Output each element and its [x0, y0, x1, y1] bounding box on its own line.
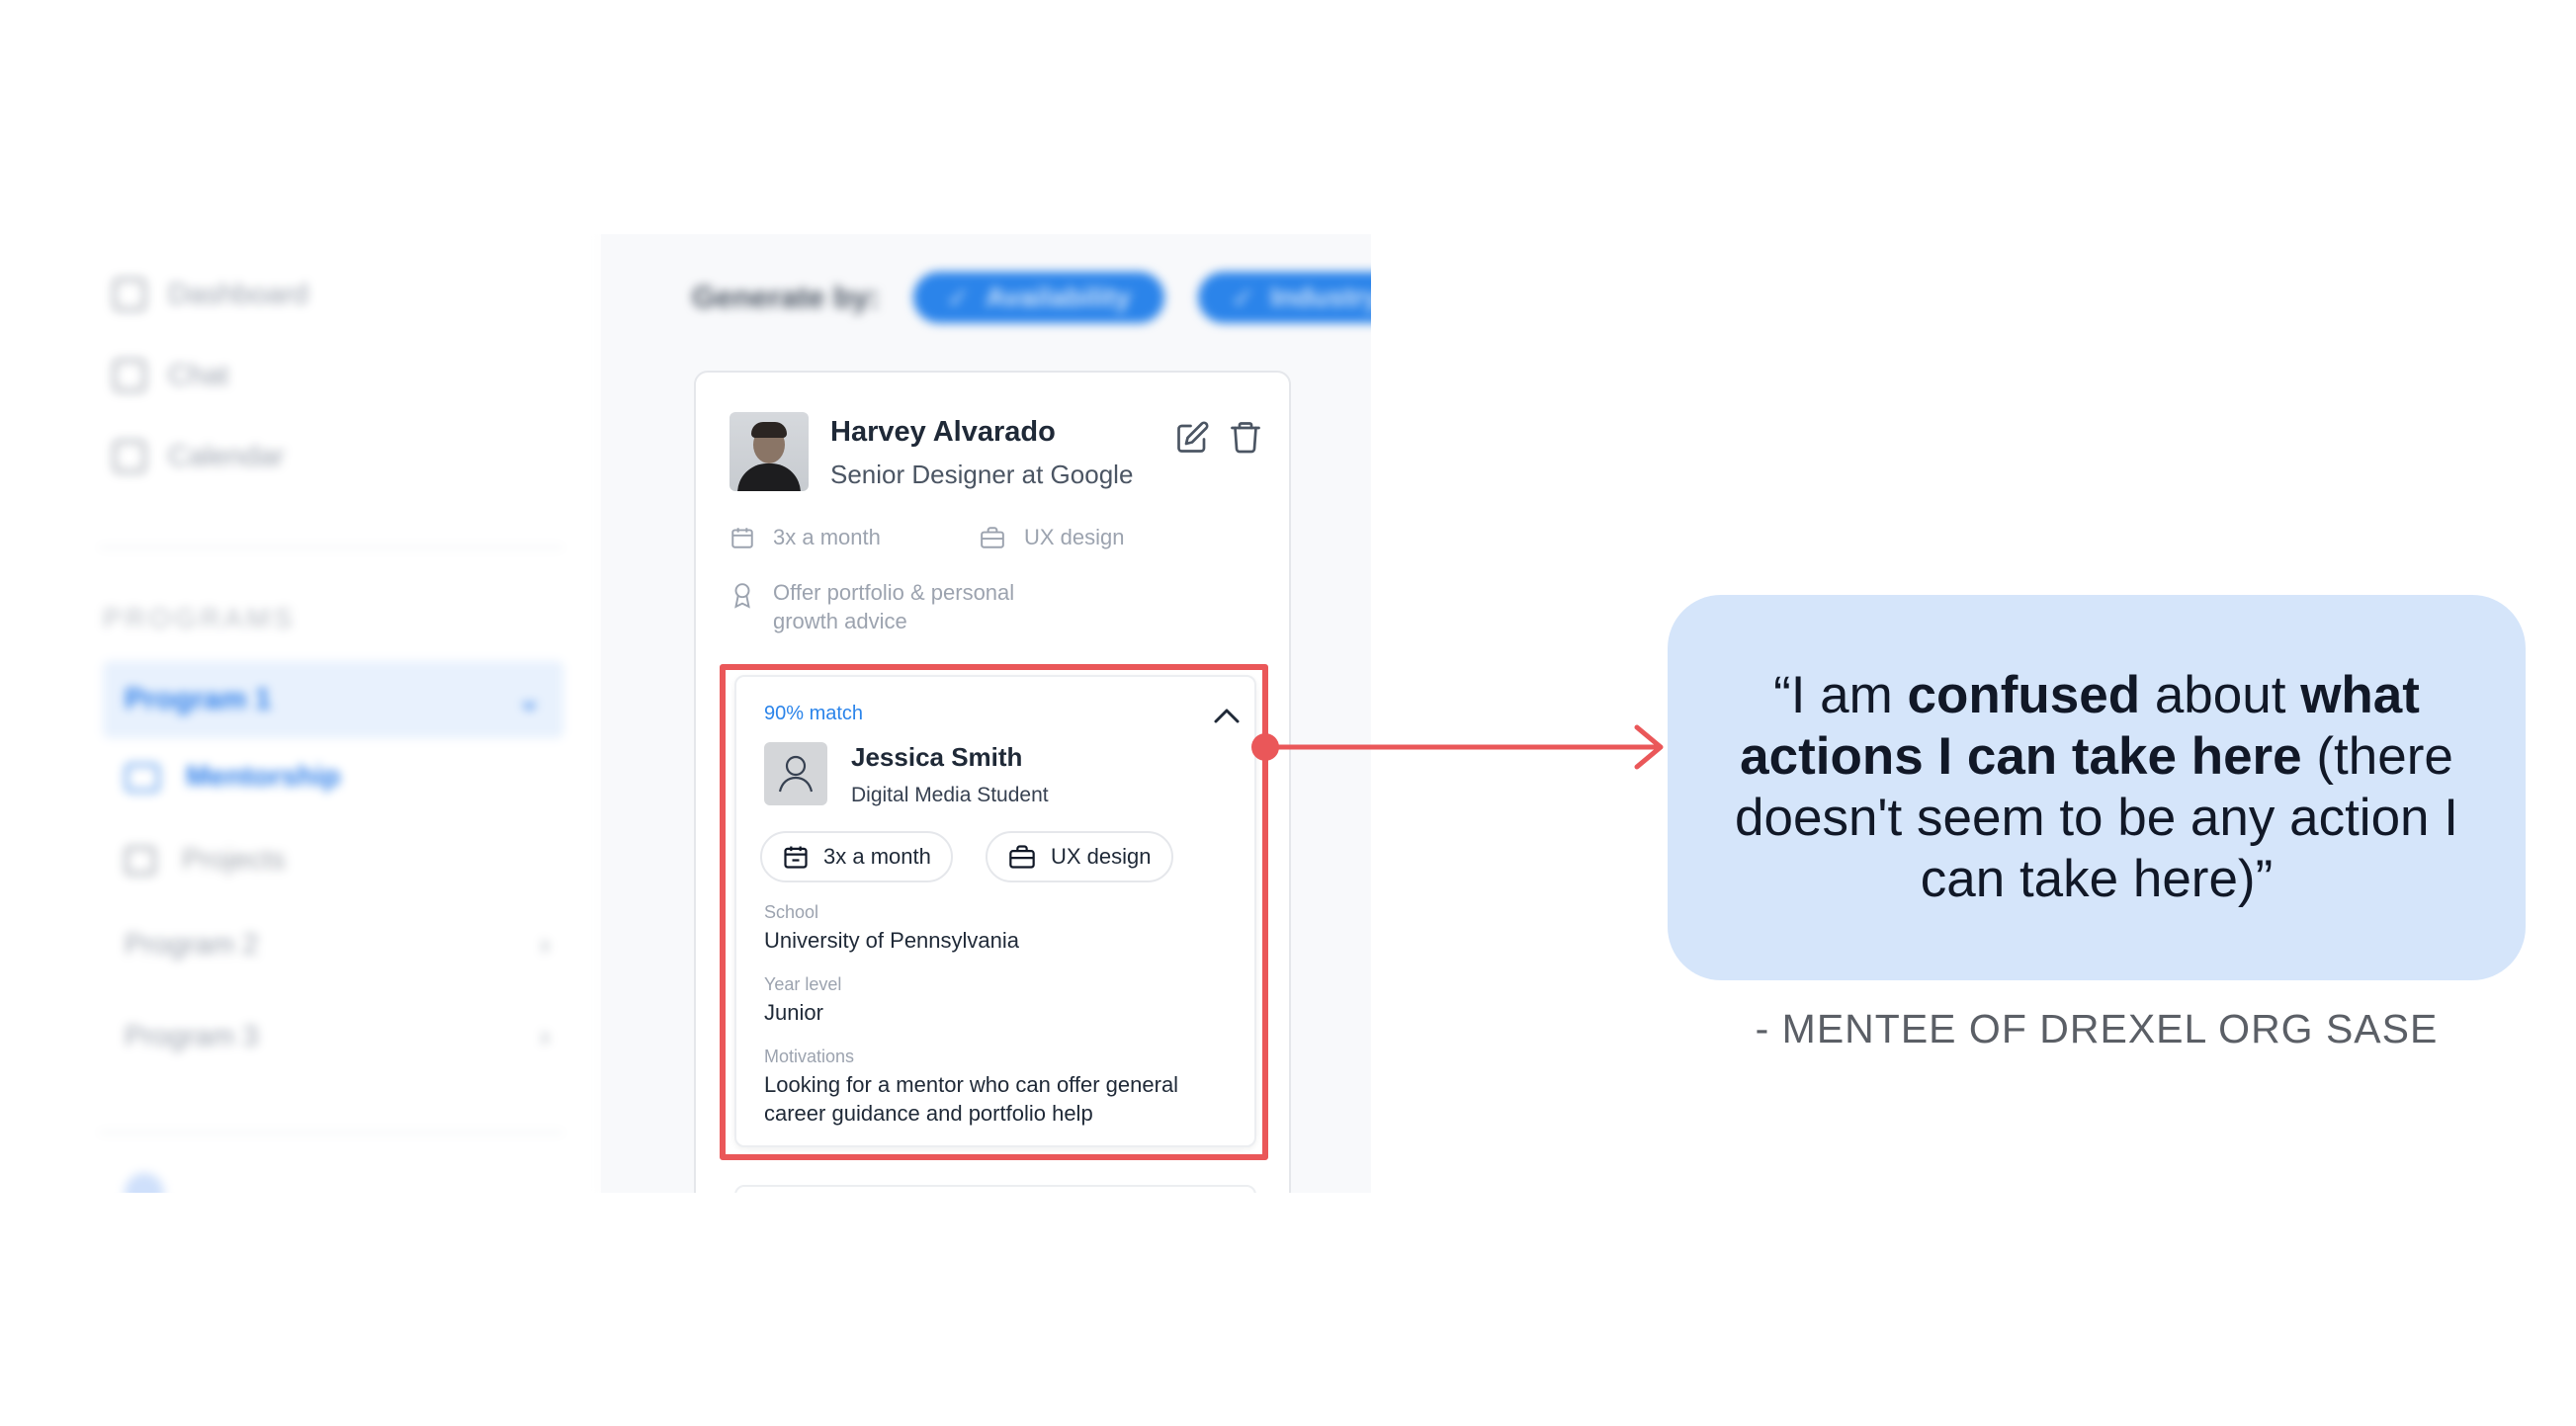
sidebar-footer-avatar[interactable]	[125, 1173, 164, 1193]
projects-icon	[125, 845, 156, 876]
mentor-offer: Offer portfolio & personal growth advice	[730, 578, 1046, 635]
sidebar-divider	[99, 1132, 563, 1133]
sidebar-item-mentorship[interactable]: Mentorship	[125, 761, 340, 794]
chat-icon	[113, 359, 146, 392]
filter-label: Industry	[1270, 282, 1371, 312]
calendar-icon	[113, 440, 146, 473]
sidebar: Dashboard Chat Calendar PROGRAMS Program…	[59, 234, 601, 1193]
chevron-right-icon: ›	[540, 1021, 550, 1052]
nav-item-dashboard[interactable]: Dashboard	[113, 278, 308, 311]
mentee-card-next	[734, 1185, 1256, 1193]
programs-heading: PROGRAMS	[103, 603, 297, 633]
mentor-offer-text: Offer portfolio & personal growth advice	[773, 580, 1015, 633]
mentor-avatar	[730, 412, 809, 491]
program-label: Program 2	[125, 929, 259, 961]
chevron-right-icon: ›	[540, 929, 550, 961]
check-icon: ✓	[1231, 282, 1255, 313]
quote-callout: “I am confused about what actions I can …	[1668, 595, 2526, 980]
quote-text: “I am confused about what actions I can …	[1735, 666, 2458, 908]
program-label: Program 1	[125, 683, 272, 715]
mentor-title: Senior Designer at Google	[830, 460, 1134, 489]
mentor-frequency-text: 3x a month	[773, 525, 881, 549]
program-label: Program 3	[125, 1021, 259, 1052]
nav-item-label: Dashboard	[168, 278, 308, 310]
filter-industry-button[interactable]: ✓ Industry	[1197, 272, 1371, 323]
trash-icon[interactable]	[1228, 418, 1263, 456]
briefcase-icon	[981, 527, 1004, 548]
mentorship-icon	[125, 762, 160, 793]
filter-availability-button[interactable]: ✓ Availability	[912, 272, 1164, 323]
sub-item-label: Mentorship	[186, 761, 341, 793]
calendar-icon	[731, 528, 753, 548]
sidebar-divider	[99, 546, 563, 548]
mentor-specialty: UX design	[979, 523, 1125, 551]
sidebar-item-program-2[interactable]: Program 2 ›	[125, 929, 550, 962]
sidebar-item-program-1[interactable]: Program 1 ⌄	[103, 661, 563, 738]
nav-item-label: Chat	[168, 359, 229, 391]
generate-by-bar: Generate by: ✓ Availability ✓ Industry	[692, 272, 1371, 323]
mentor-frequency: 3x a month	[730, 523, 881, 551]
mentor-specialty-text: UX design	[1024, 525, 1125, 549]
mentor-name: Harvey Alvarado	[830, 416, 1056, 448]
nav-item-label: Calendar	[168, 440, 285, 472]
highlight-box	[720, 664, 1268, 1160]
award-icon	[734, 583, 750, 609]
chevron-down-icon: ⌄	[516, 683, 542, 716]
check-icon: ✓	[946, 282, 970, 313]
sub-item-label: Projects	[182, 844, 286, 876]
quote-attribution: - MENTEE OF DREXEL ORG SASE	[1755, 1006, 2439, 1051]
nav-item-calendar[interactable]: Calendar	[113, 440, 285, 473]
generate-by-label: Generate by:	[692, 280, 880, 314]
nav-item-chat[interactable]: Chat	[113, 359, 228, 392]
filter-label: Availability	[985, 282, 1131, 312]
sidebar-item-projects[interactable]: Projects	[125, 844, 286, 877]
dashboard-icon	[113, 278, 146, 311]
connector-arrow	[1251, 724, 1664, 770]
sidebar-item-program-3[interactable]: Program 3 ›	[125, 1021, 550, 1053]
edit-icon[interactable]	[1174, 420, 1210, 456]
